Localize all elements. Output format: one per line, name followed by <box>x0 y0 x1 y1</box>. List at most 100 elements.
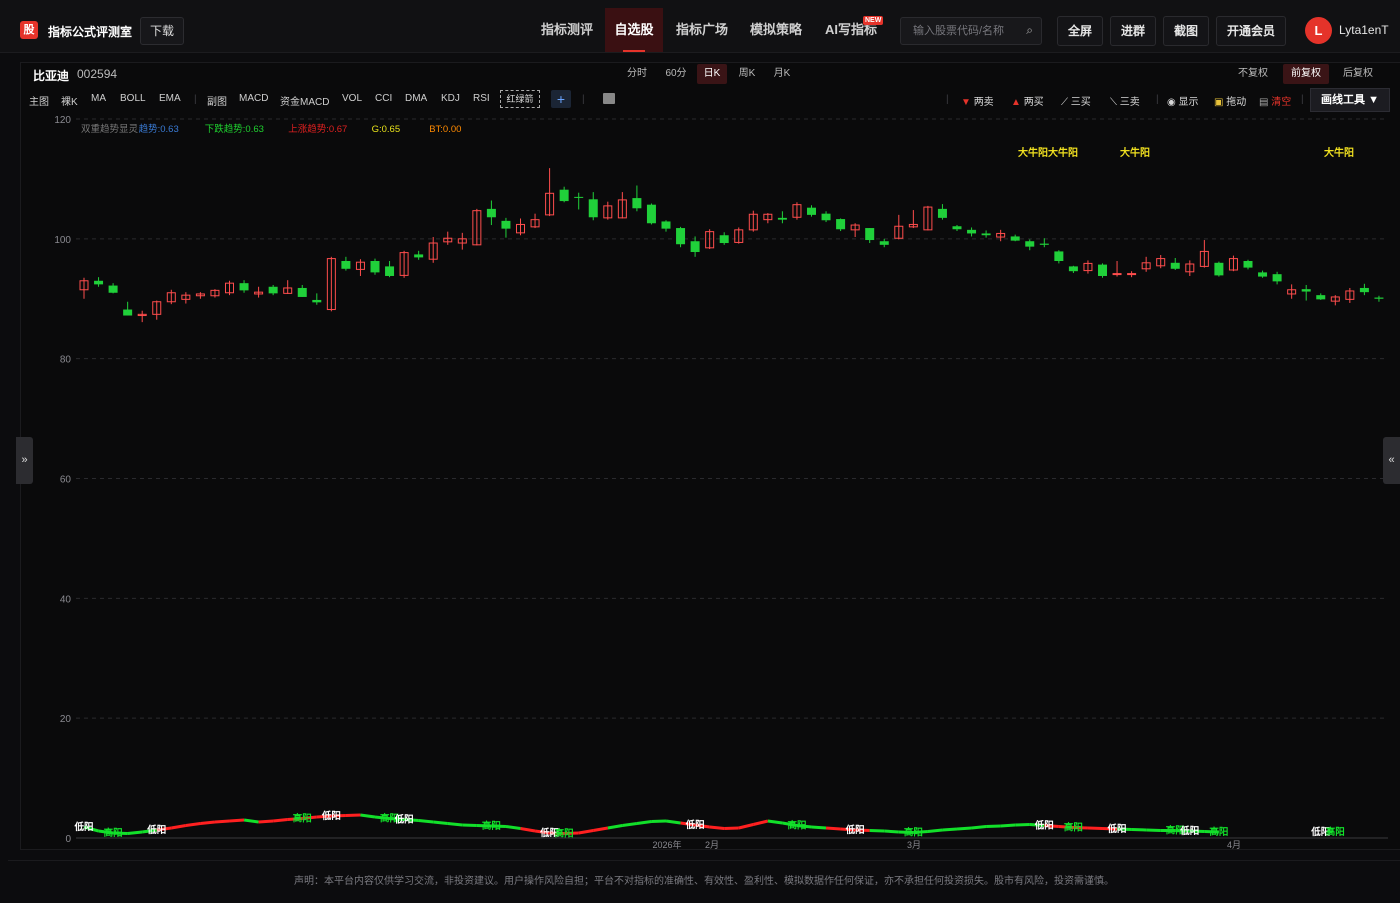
signal-line-segment <box>447 822 463 827</box>
expand-left-panel-button[interactable]: » <box>16 437 33 484</box>
signal-line-segment <box>709 825 725 830</box>
signal-line-segment <box>229 818 245 823</box>
signal-line-segment <box>1131 828 1147 832</box>
candle-body <box>1374 297 1384 299</box>
signal-label: 高阳 <box>555 828 574 840</box>
signal-label: 低阳 <box>1107 823 1127 835</box>
candle-body <box>1127 273 1137 276</box>
candle-body <box>559 189 569 202</box>
candle-body <box>821 213 831 221</box>
signal-line-segment <box>127 830 143 835</box>
signal-line-segment <box>884 829 899 834</box>
candle-body <box>341 261 351 269</box>
signal-label: 低阳 <box>73 821 93 833</box>
signal-line-segment <box>986 824 1001 828</box>
candle-body <box>865 228 875 241</box>
signal-line-segment <box>272 818 288 823</box>
candle-body <box>297 287 307 297</box>
candlestick-chart[interactable]: 0 20 40 60 80 100 120 2026年 2月 3月 4月 双重趋势显灵 趋势:0.63 下… <box>0 0 1400 860</box>
legend-item: 上涨趋势:0.67 <box>288 123 347 135</box>
signal-line-segment <box>724 826 739 830</box>
signal-label: 高阳 <box>1326 826 1345 838</box>
signal-line-segment <box>1015 823 1030 827</box>
signal-label: 低阳 <box>845 824 865 836</box>
y-tick-label: 60 <box>60 475 72 486</box>
candle-body <box>1258 272 1268 277</box>
signal-big-bull-label: 大牛阳 <box>1120 146 1150 159</box>
signal-line-segment <box>767 819 783 825</box>
candle-body <box>1039 243 1049 245</box>
candle-body <box>574 196 584 198</box>
signal-line-segment <box>171 824 187 830</box>
legend-item: G:0.65 <box>372 124 401 135</box>
signal-line-segment <box>738 823 754 830</box>
signal-line-segment <box>1146 828 1161 832</box>
signal-line-segment <box>1000 823 1016 828</box>
signal-line-segment <box>636 820 652 825</box>
legend-item: 趋势:0.63 <box>139 123 179 135</box>
candle-body <box>94 280 104 285</box>
disclaimer-footer: 声明：本平台内容仅供学习交流，非投资建议。用户操作风险自担；平台不对指标的准确性… <box>8 860 1400 901</box>
signal-label: 高阳 <box>1209 826 1228 838</box>
signal-label: 高阳 <box>104 827 123 839</box>
candle-body <box>414 254 424 258</box>
signal-line-segment <box>433 820 448 825</box>
candle-body <box>486 208 496 218</box>
signal-line-segment <box>520 827 536 833</box>
x-tick-label: 2026年 <box>652 839 681 850</box>
candle-body <box>501 220 511 229</box>
signal-line-segment <box>345 813 361 817</box>
signal-line-segment <box>927 828 943 833</box>
signal-line-segment <box>869 829 885 833</box>
candle-body <box>1301 289 1311 292</box>
signal-big-bull-label: 大牛阳大牛阳 <box>1018 146 1078 159</box>
candle-body <box>268 286 278 294</box>
candle-body <box>1316 295 1326 300</box>
signal-label: 高阳 <box>482 820 501 832</box>
signal-label: 低阳 <box>146 824 166 836</box>
candle-body <box>239 283 249 291</box>
candle-body <box>588 199 598 218</box>
candle-body <box>370 261 380 273</box>
signal-line-segment <box>811 825 827 830</box>
candle-body <box>879 241 889 245</box>
signal-line-segment <box>971 825 987 830</box>
candle-body <box>1272 274 1282 282</box>
signal-line-segment <box>1087 826 1103 830</box>
legend-item: 双重趋势显灵 <box>81 123 139 135</box>
candle-body <box>836 219 846 230</box>
candle-body <box>1214 262 1224 276</box>
candle-body <box>385 266 395 276</box>
candle-body <box>719 235 729 244</box>
candle-body <box>661 221 671 229</box>
candle-body <box>632 198 642 209</box>
y-tick-label: 80 <box>60 355 72 366</box>
signal-line-segment <box>651 819 667 823</box>
expand-right-panel-button[interactable]: « <box>1383 437 1400 484</box>
signal-line-segment <box>462 823 477 827</box>
candle-body <box>1170 262 1180 269</box>
candle-body <box>1112 273 1122 276</box>
signal-label: 高阳 <box>787 820 806 832</box>
signal-label: 低阳 <box>685 819 705 831</box>
signal-line-segment <box>360 813 376 819</box>
legend-item: 下跌趋势:0.63 <box>205 123 264 135</box>
y-tick-label: 0 <box>65 834 71 845</box>
signal-label: 高阳 <box>293 813 312 825</box>
signal-line-segment <box>622 822 638 827</box>
candle-body <box>1010 236 1020 241</box>
candle-body <box>123 309 133 316</box>
signal-label: 低阳 <box>321 810 341 822</box>
candle-body <box>312 299 322 303</box>
signal-line-segment <box>607 824 623 830</box>
candle-body <box>690 241 700 253</box>
signal-line-segment <box>942 827 958 832</box>
candle-body <box>967 229 977 234</box>
signal-line-segment <box>214 819 230 824</box>
candle-body <box>937 208 947 218</box>
signal-line-segment <box>418 819 434 824</box>
legend-item: BT:0.00 <box>429 124 461 135</box>
y-tick-label: 20 <box>60 714 72 725</box>
y-tick-label: 40 <box>60 594 72 605</box>
candle-body <box>777 217 787 220</box>
